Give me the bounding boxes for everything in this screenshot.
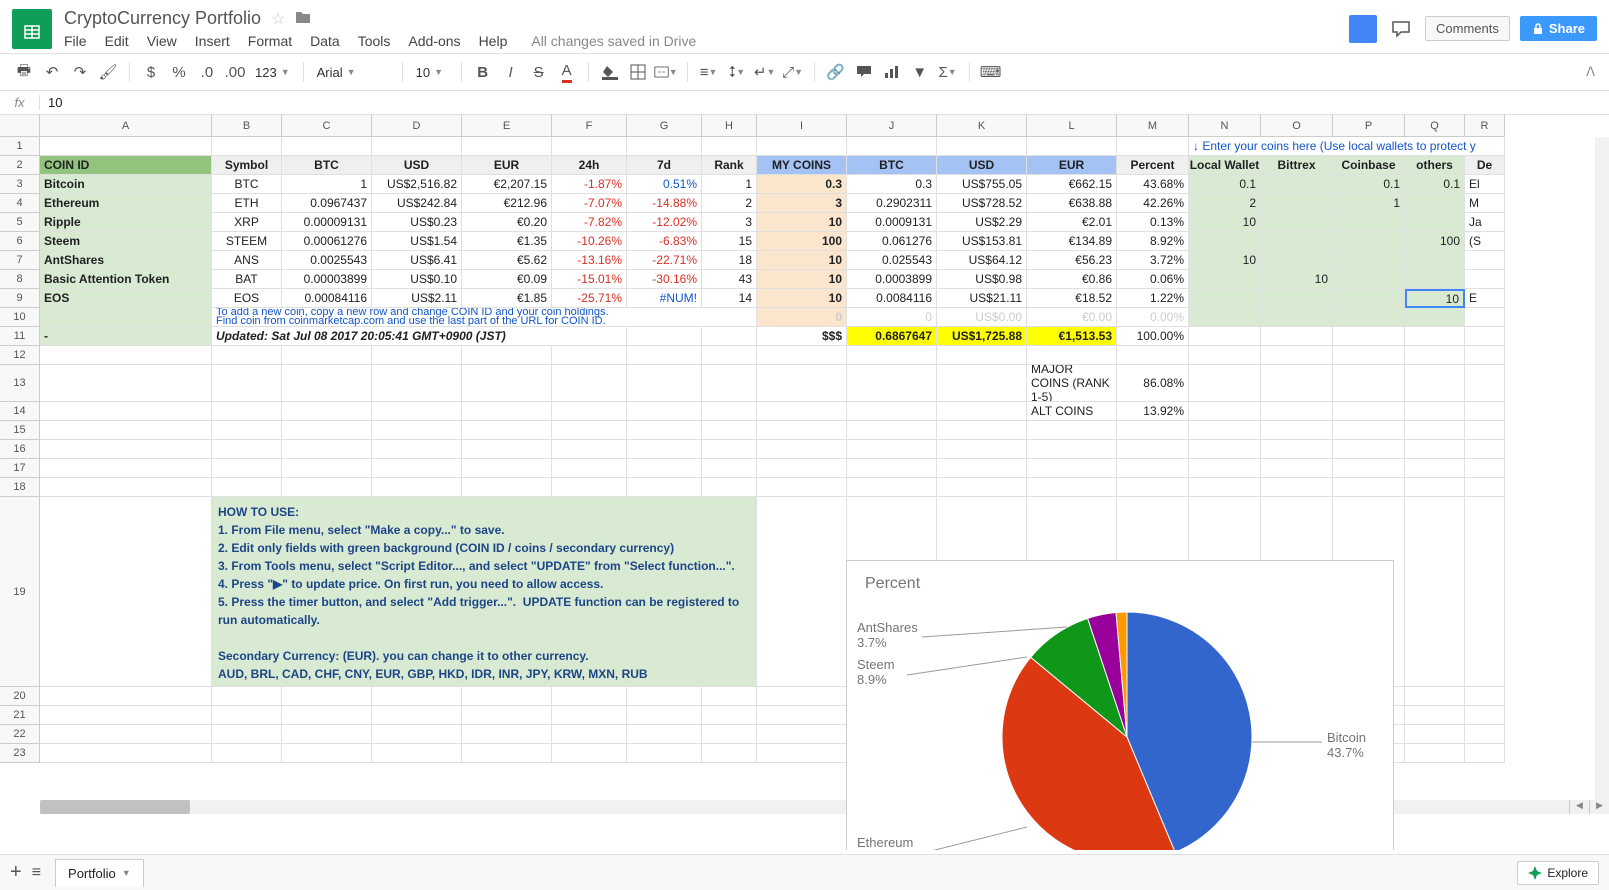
- font-size[interactable]: 10 ▼: [412, 63, 452, 82]
- redo-icon[interactable]: ↷: [68, 60, 92, 84]
- collapse-toolbar-icon[interactable]: ᐱ: [1586, 64, 1595, 80]
- row-headers[interactable]: 1234567891011121314151617181920212223: [0, 137, 40, 763]
- menu-file[interactable]: File: [64, 33, 87, 49]
- svg-text:8.9%: 8.9%: [857, 672, 887, 687]
- bold-icon[interactable]: B: [471, 60, 495, 84]
- formula-input[interactable]: 10: [40, 93, 1609, 112]
- filter-icon[interactable]: ▼: [908, 60, 932, 84]
- sheets-logo[interactable]: [12, 9, 52, 49]
- svg-text:43.7%: 43.7%: [1327, 745, 1364, 760]
- pie-chart[interactable]: Percent AntShares3.7% Steem8.9% Bitcoin43.…: [846, 560, 1394, 850]
- menu-data[interactable]: Data: [310, 33, 340, 49]
- folder-icon[interactable]: [295, 8, 311, 29]
- text-color-icon[interactable]: A: [555, 60, 579, 84]
- menu-bar: File Edit View Insert Format Data Tools Add-ons…: [64, 33, 1349, 49]
- format-percent-icon[interactable]: %: [167, 60, 191, 84]
- lock-icon: [1532, 23, 1544, 35]
- select-all-corner[interactable]: [0, 115, 40, 137]
- save-status: All changes saved in Drive: [531, 33, 696, 49]
- explore-icon: [1528, 866, 1542, 880]
- chart-title: Percent: [847, 561, 1393, 597]
- wrap-icon[interactable]: ↵▼: [753, 60, 777, 84]
- halign-icon[interactable]: ≡▼: [697, 60, 721, 84]
- paint-format-icon[interactable]: 🖌: [96, 60, 120, 84]
- scroll-pager[interactable]: ◀▶: [1569, 800, 1609, 814]
- menu-format[interactable]: Format: [248, 33, 292, 49]
- add-sheet-button[interactable]: +: [10, 861, 22, 884]
- column-headers[interactable]: ABCDEFGHIJKLMNOPQR: [40, 115, 1505, 137]
- addon-avatar[interactable]: [1349, 15, 1377, 43]
- comment-icon[interactable]: [1387, 15, 1415, 43]
- format-currency-icon[interactable]: $: [139, 60, 163, 84]
- explore-button[interactable]: Explore: [1517, 861, 1599, 885]
- format-number[interactable]: 123 ▼: [251, 63, 294, 82]
- share-button[interactable]: Share: [1520, 16, 1597, 41]
- comment-insert-icon[interactable]: [852, 60, 876, 84]
- strikethrough-icon[interactable]: S: [527, 60, 551, 84]
- print-icon[interactable]: 🖶: [12, 60, 36, 84]
- svg-text:Bitcoin: Bitcoin: [1327, 730, 1366, 745]
- comments-button[interactable]: Comments: [1425, 16, 1510, 41]
- fill-color-icon[interactable]: [598, 60, 622, 84]
- italic-icon[interactable]: I: [499, 60, 523, 84]
- all-sheets-button[interactable]: ≡: [32, 864, 41, 882]
- font-family[interactable]: Arial ▼: [313, 63, 393, 82]
- merge-cells-icon[interactable]: ▼: [654, 60, 678, 84]
- borders-icon[interactable]: [626, 60, 650, 84]
- menu-tools[interactable]: Tools: [358, 33, 391, 49]
- decrease-decimal-icon[interactable]: .0: [195, 60, 219, 84]
- doc-title[interactable]: CryptoCurrency Portfolio: [64, 8, 261, 29]
- increase-decimal-icon[interactable]: .00: [223, 60, 247, 84]
- functions-icon[interactable]: Σ▼: [936, 60, 960, 84]
- sheet-tab[interactable]: Portfolio ▼: [55, 859, 144, 887]
- svg-text:Steem: Steem: [857, 657, 895, 672]
- fx-label: fx: [0, 95, 40, 110]
- svg-text:AntShares: AntShares: [857, 620, 918, 635]
- vertical-scrollbar[interactable]: [1595, 137, 1609, 800]
- svg-text:3.7%: 3.7%: [857, 635, 887, 650]
- menu-edit[interactable]: Edit: [105, 33, 129, 49]
- chart-icon[interactable]: [880, 60, 904, 84]
- svg-text:Ethereum: Ethereum: [857, 835, 913, 850]
- keyboard-icon[interactable]: ⌨: [979, 60, 1003, 84]
- menu-add-ons[interactable]: Add-ons: [408, 33, 460, 49]
- menu-insert[interactable]: Insert: [195, 33, 230, 49]
- valign-icon[interactable]: ⭥▼: [725, 60, 749, 84]
- menu-view[interactable]: View: [147, 33, 177, 49]
- undo-icon[interactable]: ↶: [40, 60, 64, 84]
- link-icon[interactable]: 🔗: [824, 60, 848, 84]
- rotate-icon[interactable]: ⤢▼: [781, 60, 805, 84]
- star-icon[interactable]: ☆: [271, 9, 285, 29]
- toolbar: 🖶 ↶ ↷ 🖌 $ % .0 .00 123 ▼ Arial ▼ 10 ▼ B …: [0, 53, 1609, 91]
- menu-help[interactable]: Help: [479, 33, 508, 49]
